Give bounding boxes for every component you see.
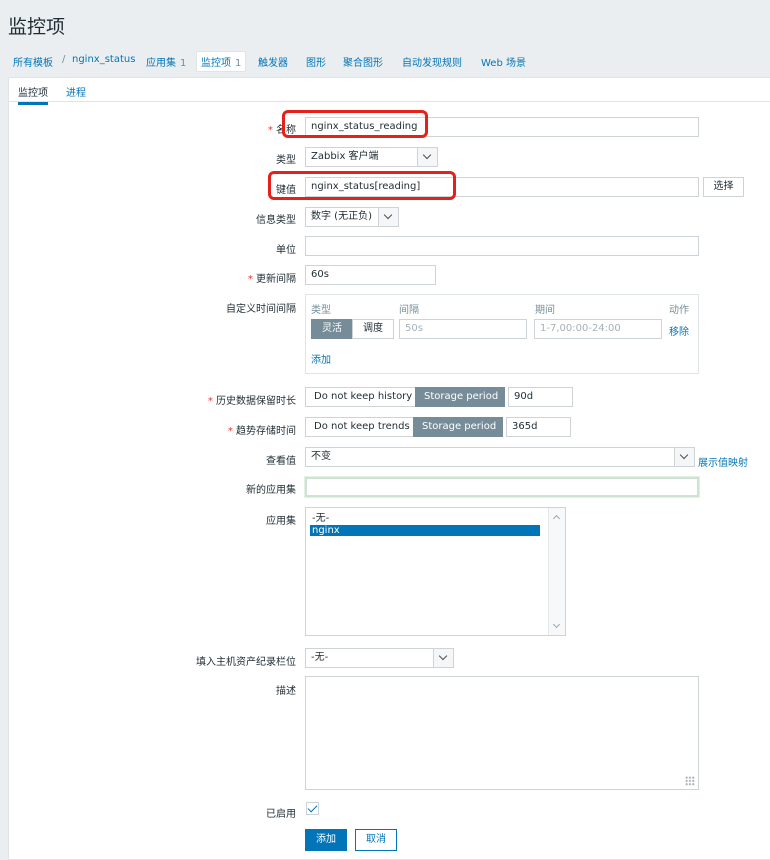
col-type-header: 类型: [311, 305, 331, 316]
breadcrumb-applications[interactable]: 应用集 1: [146, 54, 186, 69]
apps-label: 应用集: [266, 516, 296, 527]
inventory-label: 填入主机资产纪录栏位: [196, 657, 296, 668]
units-input[interactable]: [305, 236, 699, 256]
valuemap-value: 不变: [311, 451, 331, 462]
breadcrumb-items-count: 1: [235, 58, 242, 69]
breadcrumb-applications-count: 1: [180, 58, 187, 69]
page-title: 监控项: [8, 16, 66, 38]
flexible-toggle[interactable]: 灵活: [311, 319, 353, 339]
type-select-value: Zabbix 客户端: [311, 151, 379, 162]
info-type-value: 数字 (无正负): [311, 211, 372, 222]
type-select[interactable]: Zabbix 客户端: [305, 147, 438, 167]
breadcrumb-items-label: 监控项: [201, 58, 231, 69]
trends-no-keep-button[interactable]: Do not keep trends: [305, 417, 414, 437]
interval-input[interactable]: 60s: [305, 265, 436, 285]
interval-label: 更新间隔: [248, 270, 296, 285]
breadcrumb-graphs[interactable]: 图形: [306, 54, 326, 69]
col-interval-header: 间隔: [399, 305, 419, 316]
breadcrumb-template[interactable]: nginx_status: [72, 54, 135, 65]
chevron-down-icon: [378, 208, 398, 226]
col-period-header: 期间: [535, 305, 555, 316]
info-type-label: 信息类型: [256, 215, 296, 226]
chevron-up-icon: [552, 514, 561, 523]
history-label: 历史数据保留时长: [208, 392, 296, 407]
apps-scrollbar[interactable]: [548, 508, 565, 635]
type-label: 类型: [276, 155, 296, 166]
apps-option-nginx[interactable]: nginx: [310, 525, 540, 536]
custom-intervals-label: 自定义时间间隔: [226, 304, 296, 315]
new-app-label: 新的应用集: [246, 485, 296, 496]
chevron-down-icon: [417, 148, 437, 166]
inventory-select[interactable]: -无-: [305, 648, 454, 668]
enabled-label: 已启用: [266, 809, 296, 820]
name-highlight: [282, 110, 428, 138]
apps-listbox[interactable]: -无- nginx: [305, 507, 566, 636]
valuemap-label: 查看值: [266, 456, 296, 467]
col-action-header: 动作: [669, 305, 689, 316]
inventory-value: -无-: [311, 652, 329, 663]
history-storage-button[interactable]: Storage period: [415, 387, 505, 407]
breadcrumb-triggers[interactable]: 触发器: [258, 54, 288, 69]
key-highlight: [268, 171, 456, 200]
description-textarea[interactable]: [305, 676, 699, 790]
chevron-down-icon: [433, 649, 453, 667]
apps-option-none[interactable]: -无-: [310, 513, 540, 524]
history-label-text: 历史数据保留时长: [216, 396, 296, 407]
breadcrumb-web[interactable]: Web 场景: [481, 54, 526, 69]
new-app-input[interactable]: [305, 477, 699, 497]
tab-process[interactable]: 进程: [66, 84, 86, 99]
description-label: 描述: [276, 686, 296, 697]
custom-period-input[interactable]: 1-7,00:00-24:00: [534, 319, 662, 339]
trends-input[interactable]: 365d: [506, 417, 571, 437]
trends-label: 趋势存储时间: [228, 422, 296, 437]
breadcrumb-screens[interactable]: 聚合图形: [343, 54, 383, 69]
units-label: 单位: [276, 245, 296, 256]
scheduling-toggle[interactable]: 调度: [352, 319, 394, 339]
custom-interval-input[interactable]: 50s: [399, 319, 527, 339]
breadcrumb-applications-label: 应用集: [146, 58, 176, 69]
breadcrumb-items[interactable]: 监控项 1: [196, 51, 247, 72]
show-valuemap-link[interactable]: 展示值映射: [698, 454, 748, 469]
tab-item[interactable]: 监控项: [18, 84, 48, 105]
chevron-down-icon: [674, 448, 694, 466]
remove-interval-link[interactable]: 移除: [669, 323, 689, 338]
trends-storage-button[interactable]: Storage period: [413, 417, 503, 437]
info-type-select[interactable]: 数字 (无正负): [305, 207, 399, 227]
resize-grip-icon[interactable]: [685, 776, 695, 786]
history-no-keep-button[interactable]: Do not keep history: [305, 387, 416, 407]
breadcrumb-discovery[interactable]: 自动发现规则: [402, 54, 462, 69]
tab-bar: 监控项 进程: [9, 78, 770, 105]
chevron-down-icon: [552, 620, 561, 629]
breadcrumb: 所有模板 / nginx_status 应用集 1 监控项 1 触发器 图形 聚合图…: [0, 50, 770, 72]
cancel-button[interactable]: 取消: [355, 829, 397, 851]
breadcrumb-all-templates[interactable]: 所有模板: [13, 54, 53, 69]
breadcrumb-separator: /: [62, 54, 66, 65]
trends-label-text: 趋势存储时间: [236, 426, 296, 437]
interval-label-text: 更新间隔: [256, 274, 296, 285]
valuemap-select[interactable]: 不变: [305, 447, 695, 467]
add-interval-link[interactable]: 添加: [311, 351, 331, 366]
select-key-button[interactable]: 选择: [703, 177, 744, 197]
add-button[interactable]: 添加: [305, 829, 347, 851]
history-input[interactable]: 90d: [508, 387, 573, 407]
enabled-checkbox[interactable]: [306, 802, 319, 815]
